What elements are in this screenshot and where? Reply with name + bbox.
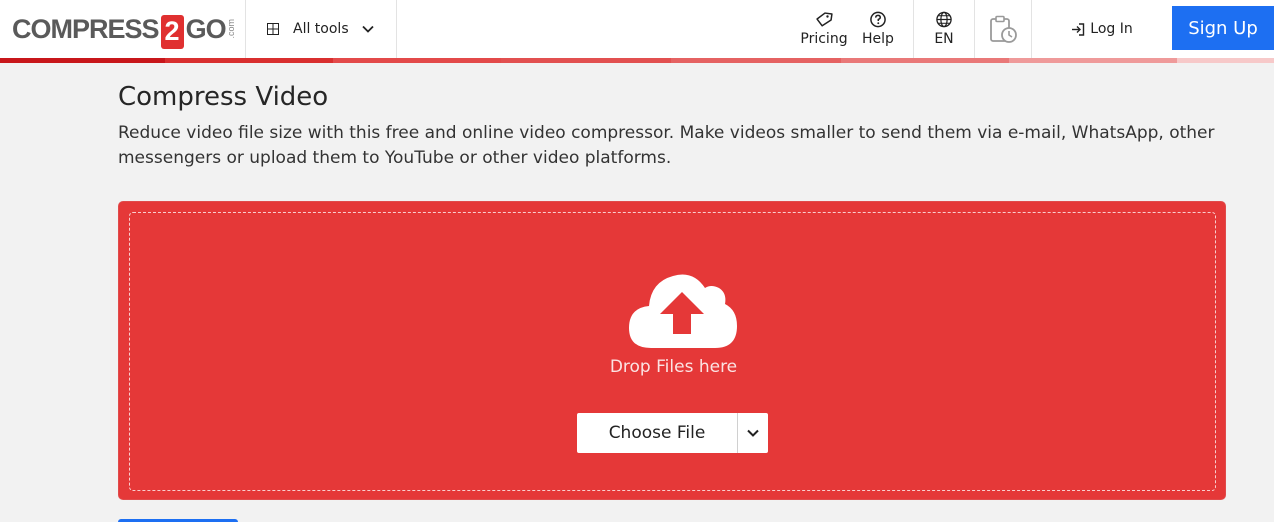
- signup-label: Sign Up: [1188, 17, 1258, 39]
- globe-icon: [936, 11, 952, 28]
- history-button[interactable]: [975, 0, 1032, 58]
- pricing-link[interactable]: Pricing: [796, 0, 852, 58]
- logo[interactable]: COMPRESS 2 GO .com: [0, 0, 246, 58]
- chevron-down-icon: [361, 25, 374, 33]
- login-icon: [1072, 22, 1085, 36]
- choose-file-button[interactable]: Choose File: [577, 413, 737, 453]
- choose-file-group: Choose File: [577, 413, 768, 453]
- header-color-stripe: [0, 58, 1274, 63]
- top-navbar: COMPRESS 2 GO .com All tools Pricing Hel…: [0, 0, 1274, 58]
- logo-text-compress: COMPRESS: [12, 13, 160, 44]
- logo-text-com: .com: [225, 19, 236, 39]
- grid-icon: [267, 23, 279, 35]
- language-selector[interactable]: EN: [913, 0, 975, 58]
- file-drop-zone[interactable]: Drop Files here Choose File: [118, 201, 1226, 500]
- choose-file-dropdown-button[interactable]: [737, 413, 768, 453]
- language-label: EN: [934, 31, 954, 47]
- login-link[interactable]: Log In: [1032, 0, 1172, 58]
- page-title: Compress Video: [118, 82, 329, 112]
- login-label: Log In: [1090, 21, 1133, 37]
- pricing-label: Pricing: [800, 30, 848, 47]
- logo-text-2: 2: [160, 15, 184, 49]
- logo-text-go: GO: [185, 13, 227, 44]
- drop-zone-dashed-border: Drop Files here Choose File: [129, 212, 1216, 491]
- help-label: Help: [862, 31, 894, 47]
- drop-files-text: Drop Files here: [609, 357, 738, 377]
- help-link[interactable]: Help: [852, 0, 904, 58]
- page-description: Reduce video file size with this free an…: [118, 123, 1215, 168]
- header-spacer: [397, 0, 796, 58]
- chevron-down-icon: [747, 429, 759, 437]
- all-tools-label: All tools: [293, 21, 349, 37]
- help-circle-icon: [870, 11, 886, 28]
- cloud-upload-icon: [629, 274, 737, 348]
- all-tools-menu[interactable]: All tools: [246, 0, 397, 58]
- signup-button[interactable]: Sign Up: [1172, 6, 1274, 50]
- clipboard-clock-icon: [990, 15, 1017, 43]
- choose-file-label: Choose File: [608, 423, 706, 443]
- tag-icon: [816, 11, 833, 27]
